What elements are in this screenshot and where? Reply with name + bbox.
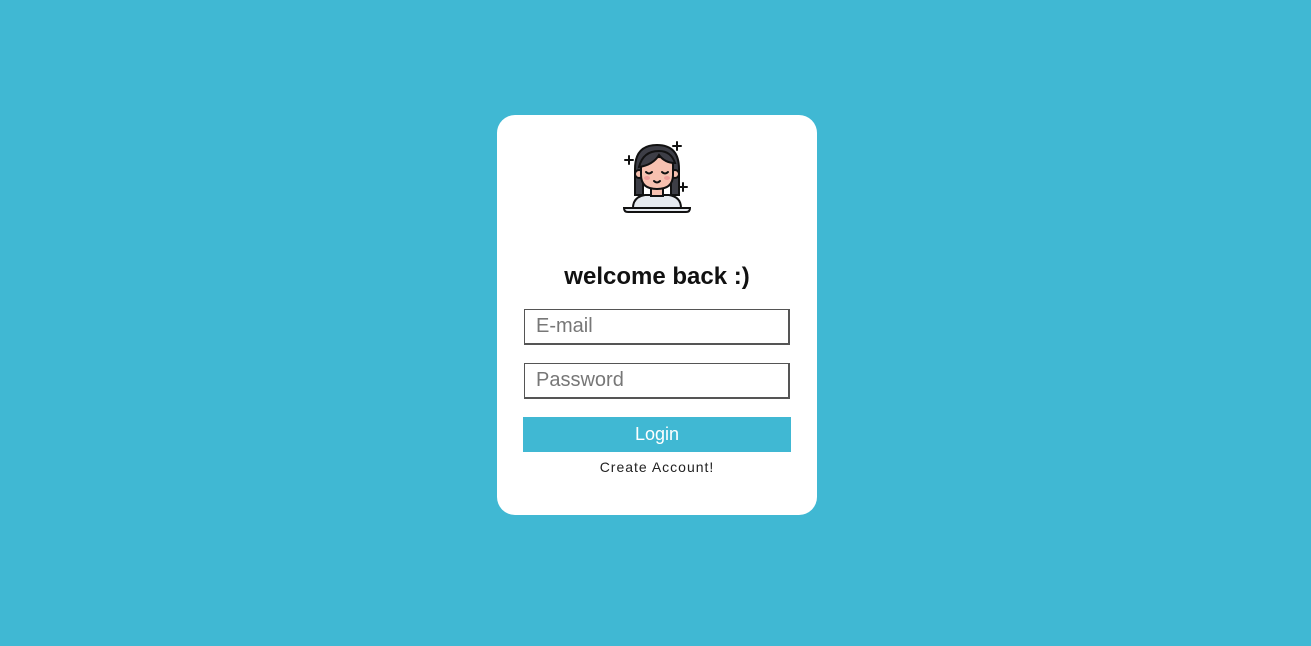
password-field[interactable] — [524, 363, 790, 399]
login-card: welcome back :) Login Create Account! — [497, 115, 817, 515]
login-button[interactable]: Login — [523, 417, 791, 452]
page-title: welcome back :) — [564, 263, 750, 290]
create-account-link[interactable]: Create Account! — [497, 459, 817, 475]
meditating-girl-icon — [619, 141, 695, 217]
email-field[interactable] — [524, 309, 790, 345]
